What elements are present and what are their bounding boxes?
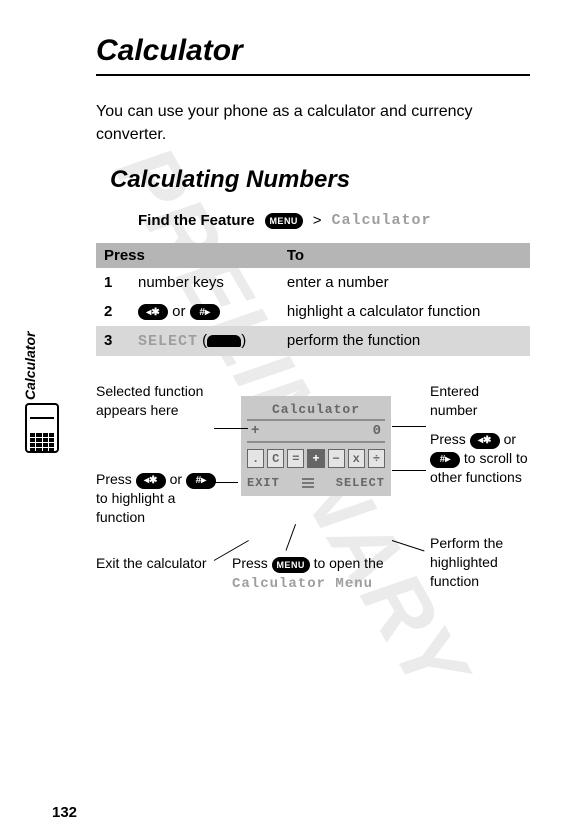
instruction-table: Press To 1 number keys enter a number 2 …	[96, 243, 530, 356]
callout-entered-number: Entered number	[430, 382, 530, 420]
softkey-exit: EXIT	[247, 476, 280, 490]
table-head-press: Press	[96, 243, 279, 268]
step-number: 1	[96, 268, 130, 297]
callout-highlight-function: Press ◂✱ or #▸ to highlight a function	[96, 470, 216, 527]
text: or	[500, 431, 516, 447]
screen-title: Calculator	[247, 402, 385, 417]
text: to highlight a function	[96, 490, 175, 525]
table-row: 2 ◂✱ or #▸ highlight a calculator functi…	[96, 297, 530, 326]
press-cell: SELECT ()	[130, 326, 279, 356]
op-minus: −	[328, 449, 345, 468]
operation-row: . C = + − x ÷	[247, 449, 385, 468]
leader-line	[392, 426, 426, 427]
breadcrumb-arrow: >	[313, 212, 322, 229]
text: to open the	[310, 555, 384, 571]
op-clear: C	[267, 449, 284, 468]
section-heading: Calculating Numbers	[110, 166, 530, 194]
find-feature-label: Find the Feature	[138, 212, 255, 229]
leader-line	[214, 428, 248, 429]
op-multiply: x	[348, 449, 365, 468]
intro-text: You can use your phone as a calculator a…	[96, 100, 530, 146]
step-number: 2	[96, 297, 130, 326]
entered-number: 0	[373, 423, 381, 439]
paren: )	[241, 332, 246, 349]
to-cell: highlight a calculator function	[279, 297, 530, 326]
op-equals: =	[287, 449, 304, 468]
page-title: Calculator	[96, 34, 530, 68]
side-tab-label: Calculator	[22, 332, 38, 400]
selected-op-symbol: +	[251, 423, 259, 439]
to-cell: enter a number	[279, 268, 530, 297]
press-cell: ◂✱ or #▸	[130, 297, 279, 326]
callout-selected-function: Selected function appears here	[96, 382, 216, 420]
step-number: 3	[96, 326, 130, 356]
table-row: 3 SELECT () perform the function	[96, 326, 530, 356]
callout-exit: Exit the calculator	[96, 554, 216, 573]
leader-line	[392, 540, 425, 551]
title-rule	[96, 74, 530, 76]
op-dot: .	[247, 449, 264, 468]
text: Press	[96, 471, 136, 487]
table-row: 1 number keys enter a number	[96, 268, 530, 297]
star-key-icon: ◂✱	[138, 304, 168, 320]
text: or	[166, 471, 186, 487]
callout-scroll-functions: Press ◂✱ or #▸ to scroll to other functi…	[430, 430, 530, 487]
phone-screen: Calculator + 0 . C = + − x ÷ EXIT	[241, 396, 391, 496]
callout-perform-function: Perform the highlighted function	[430, 534, 530, 591]
leader-line	[392, 470, 426, 471]
menu-key-icon: MENU	[265, 213, 303, 229]
star-key-icon: ◂✱	[136, 473, 166, 489]
value-row: + 0	[247, 419, 385, 443]
softkey-select: SELECT	[336, 476, 385, 490]
find-feature-row: Find the Feature MENU > Calculator	[138, 212, 530, 229]
text: Press	[430, 431, 470, 447]
hash-key-icon: #▸	[186, 473, 216, 489]
softkey-row: EXIT SELECT	[247, 476, 385, 490]
select-label: SELECT	[138, 333, 198, 350]
breadcrumb-target: Calculator	[331, 212, 431, 229]
op-divide: ÷	[368, 449, 385, 468]
side-tab-icon	[16, 403, 68, 455]
paren: (	[198, 332, 207, 349]
op-plus: +	[307, 449, 324, 468]
hash-key-icon: #▸	[430, 452, 460, 468]
menu-name: Calculator Menu	[232, 576, 373, 592]
hash-key-icon: #▸	[190, 304, 220, 320]
leader-line	[286, 524, 297, 551]
diagram: Selected function appears here Press ◂✱ …	[96, 382, 530, 632]
press-cell: number keys	[130, 268, 279, 297]
table-head-to: To	[279, 243, 530, 268]
page-number: 132	[52, 804, 77, 821]
text: Press	[232, 555, 272, 571]
star-key-icon: ◂✱	[470, 433, 500, 449]
menu-key-icon: MENU	[272, 557, 310, 573]
softkey-icon	[207, 335, 241, 347]
to-cell: perform the function	[279, 326, 530, 356]
menu-icon	[302, 478, 314, 488]
leader-line	[214, 482, 238, 483]
callout-open-menu: Press MENU to open the Calculator Menu	[232, 554, 412, 594]
press-word: or	[168, 303, 190, 320]
